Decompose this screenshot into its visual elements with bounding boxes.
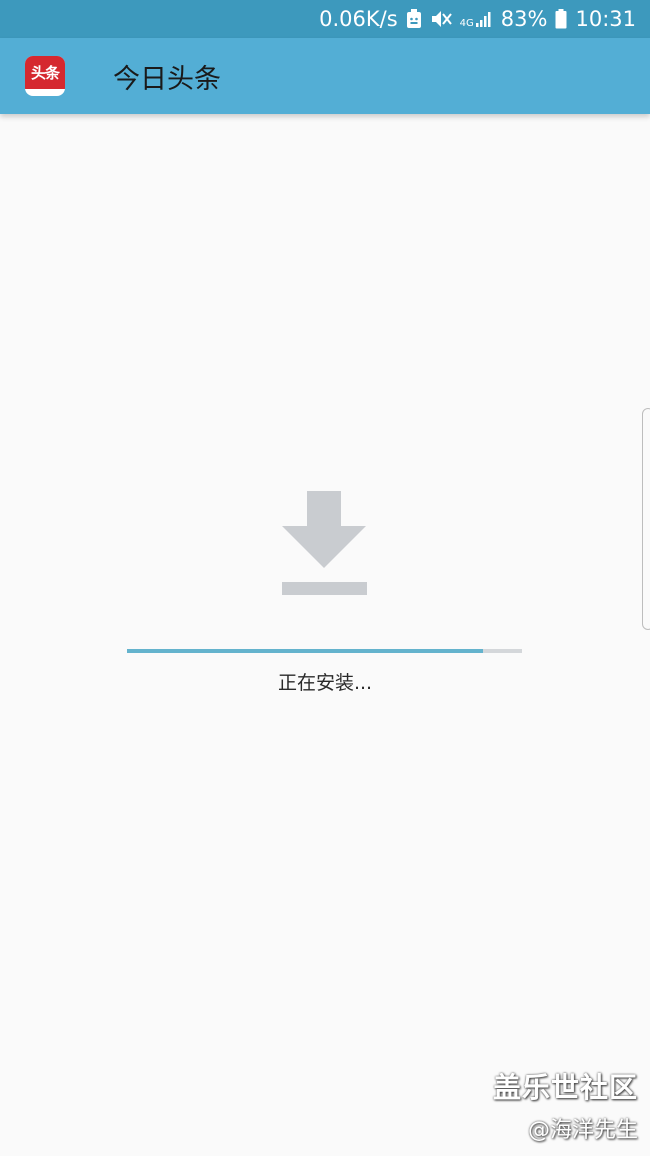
battery-icon bbox=[555, 9, 567, 29]
app-bar: 头条 今日头条 bbox=[0, 38, 650, 114]
app-logo-text: 头条 bbox=[25, 56, 65, 89]
network-type: 4G bbox=[459, 17, 474, 29]
battery-percent: 83% bbox=[500, 7, 548, 31]
install-progress-fill bbox=[127, 649, 483, 653]
install-progress-bar bbox=[127, 649, 522, 653]
watermark-author: @海洋先生 bbox=[527, 1118, 638, 1143]
network-indicator: 4G bbox=[460, 10, 493, 29]
clock: 10:31 bbox=[575, 7, 636, 31]
mute-icon bbox=[430, 9, 452, 29]
edge-panel-handle[interactable] bbox=[642, 408, 650, 630]
download-icon bbox=[282, 491, 367, 595]
app-logo-icon: 头条 bbox=[25, 56, 65, 96]
watermark: 盖乐世社区 @海洋先生 bbox=[493, 1066, 638, 1144]
signal-icon bbox=[475, 10, 493, 28]
app-title: 今日头条 bbox=[113, 63, 221, 95]
status-bar: 0.06K/s 4G 83% 10:31 bbox=[0, 0, 650, 38]
install-status-text: 正在安装... bbox=[277, 672, 373, 694]
android-notification-icon bbox=[406, 9, 422, 29]
net-speed: 0.06K/s bbox=[319, 7, 398, 31]
watermark-community: 盖乐世社区 bbox=[492, 1071, 638, 1104]
